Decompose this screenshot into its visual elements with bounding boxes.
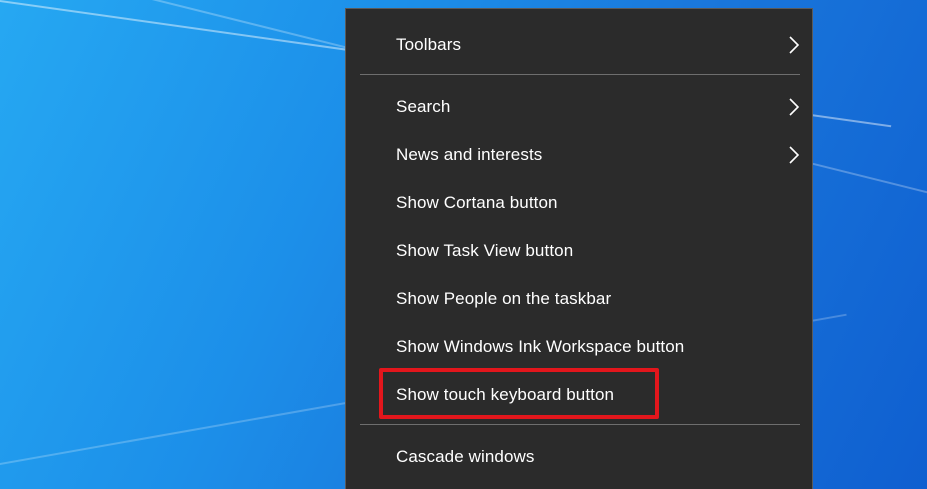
menu-item-label: Search [396,97,451,116]
menu-item-label: Show Windows Ink Workspace button [396,337,685,356]
menu-item-show-task-view-button[interactable]: Show Task View button [346,227,812,275]
menu-item-label: Show touch keyboard button [396,385,615,404]
menu-separator [360,74,800,75]
chevron-right-icon [789,98,800,116]
menu-item-cascade-windows[interactable]: Cascade windows [346,433,812,481]
menu-item-show-people-on-taskbar[interactable]: Show People on the taskbar [346,275,812,323]
chevron-right-icon [789,146,800,164]
menu-item-label: Cascade windows [396,447,535,466]
menu-item-news-and-interests[interactable]: News and interests [346,131,812,179]
taskbar-context-menu: Toolbars Search News and interests Show … [345,8,813,489]
menu-item-label: News and interests [396,145,543,164]
menu-item-show-cortana-button[interactable]: Show Cortana button [346,179,812,227]
menu-separator [360,424,800,425]
menu-item-label: Show People on the taskbar [396,289,612,308]
menu-item-label: Toolbars [396,35,462,54]
menu-item-show-windows-ink-workspace-button[interactable]: Show Windows Ink Workspace button [346,323,812,371]
menu-item-show-touch-keyboard-button[interactable]: Show touch keyboard button [346,371,812,419]
menu-item-search[interactable]: Search [346,83,812,131]
menu-item-label: Show Task View button [396,241,574,260]
chevron-right-icon [789,36,800,54]
menu-item-toolbars[interactable]: Toolbars [346,21,812,69]
menu-item-label: Show Cortana button [396,193,558,212]
